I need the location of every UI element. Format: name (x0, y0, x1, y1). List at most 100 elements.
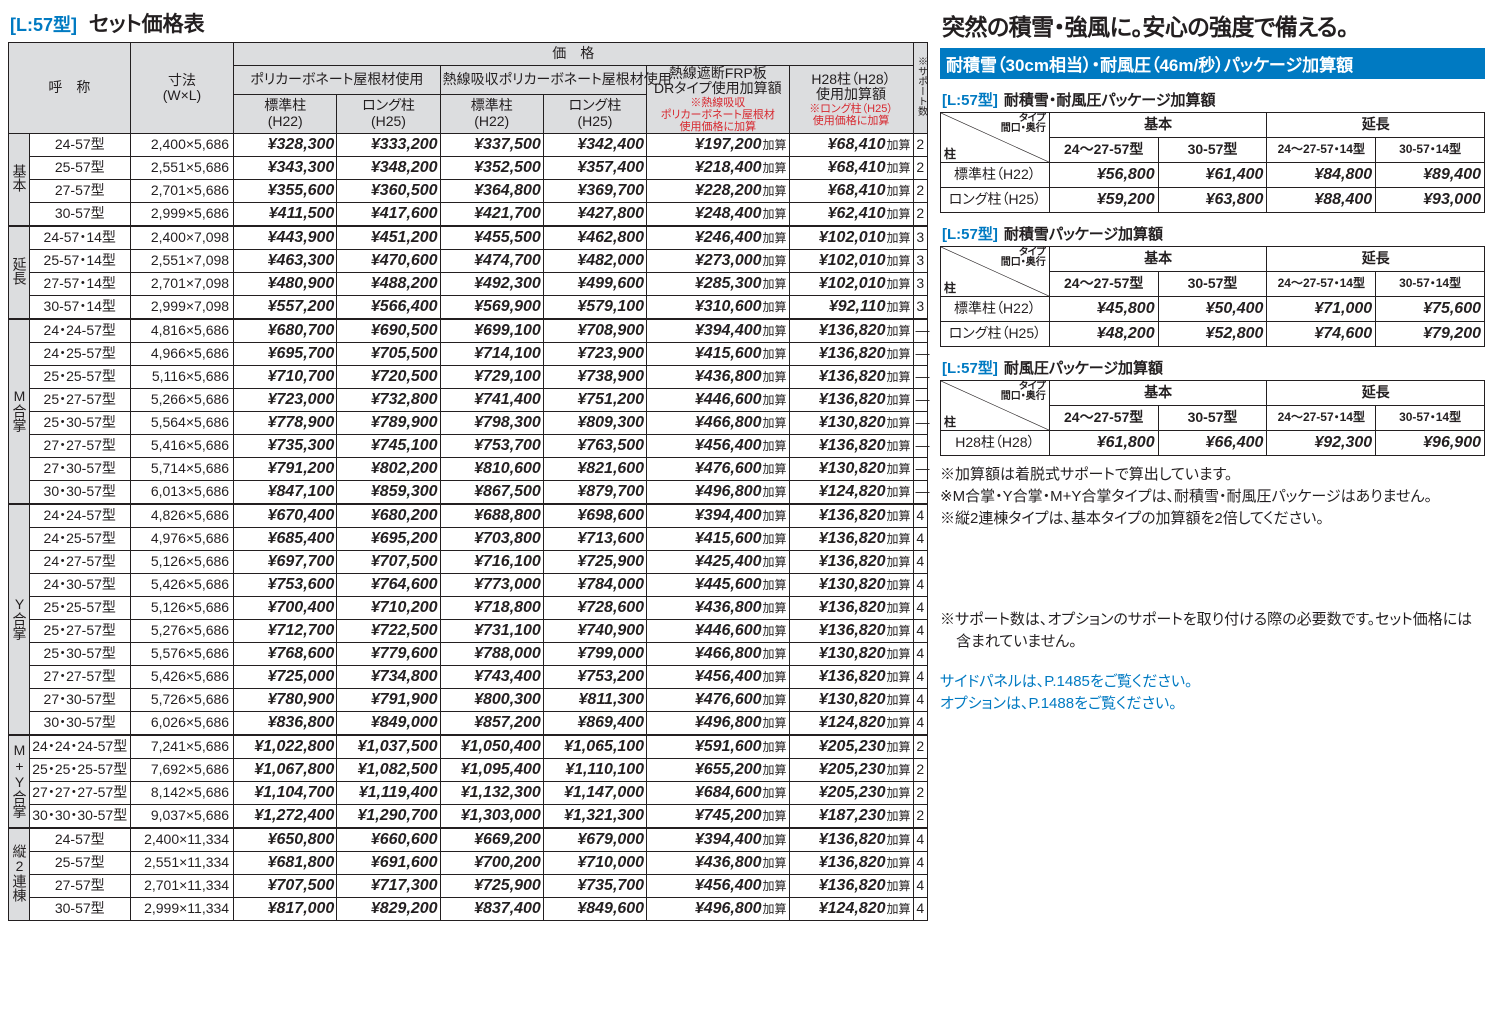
h28-cell: ¥136,820加算 (789, 666, 913, 689)
dimension: 4,966×5,686 (130, 343, 233, 366)
frp-cell: ¥456,400加算 (647, 875, 789, 898)
price-cell: ¥849,600 (543, 898, 646, 921)
model-name: 27・27・27-57型 (29, 782, 130, 805)
dimension: 4,976×5,686 (130, 528, 233, 551)
h28-cell: ¥92,110加算 (789, 296, 913, 320)
dimension: 4,826×5,686 (130, 504, 233, 528)
table-row: 基本24-57型2,400×5,686¥328,300¥333,200¥337,… (9, 134, 928, 157)
table-row: 25・27-57型5,276×5,686¥712,700¥722,500¥731… (9, 620, 928, 643)
side-price: ¥92,300 (1267, 431, 1376, 456)
frp-cell: ¥394,400加算 (647, 319, 789, 343)
notes: ※加算額は着脱式サポートで算出しています。※M合掌・Y合掌・M+Y合掌タイプは、… (940, 464, 1485, 529)
dimension: 2,999×11,334 (130, 898, 233, 921)
price-cell: ¥352,500 (440, 157, 543, 180)
dimension: 2,701×5,686 (130, 180, 233, 203)
side-price: ¥50,400 (1158, 297, 1267, 322)
price-cell: ¥753,200 (543, 666, 646, 689)
price-cell: ¥780,900 (234, 689, 337, 712)
price-cell: ¥695,200 (337, 528, 440, 551)
row-label: ロング柱（H25） (941, 322, 1050, 347)
price-cell: ¥1,104,700 (234, 782, 337, 805)
frp-cell: ¥456,400加算 (647, 435, 789, 458)
table-row: 27・27-57型5,426×5,686¥725,000¥734,800¥743… (9, 666, 928, 689)
support-count: 2 (913, 203, 928, 227)
price-cell: ¥753,700 (440, 435, 543, 458)
price-cell: ¥778,900 (234, 412, 337, 435)
dimension: 4,816×5,686 (130, 319, 233, 343)
price-cell: ¥660,600 (337, 828, 440, 852)
side-col: 30-57型 (1158, 138, 1267, 163)
side-price: ¥48,200 (1049, 322, 1158, 347)
row-label: 標準柱（H22） (941, 297, 1050, 322)
model-name: 30-57型 (29, 203, 130, 227)
category-cell: Y合掌 (9, 504, 30, 735)
price-cell: ¥779,600 (337, 643, 440, 666)
price-cell: ¥427,800 (543, 203, 646, 227)
dimension: 5,416×5,686 (130, 435, 233, 458)
side-row: H28柱（H28）¥61,800¥66,400¥92,300¥96,900 (941, 431, 1485, 456)
head-long-2: ロング柱(H25) (543, 94, 646, 134)
model-name: 25・25・25-57型 (29, 759, 130, 782)
dimension: 7,241×5,686 (130, 735, 233, 759)
link-line: オプションは、P.1488をご覧ください。 (940, 693, 1485, 716)
price-cell: ¥357,400 (543, 157, 646, 180)
price-cell: ¥809,300 (543, 412, 646, 435)
price-cell: ¥710,700 (234, 366, 337, 389)
price-cell: ¥369,700 (543, 180, 646, 203)
h28-cell: ¥136,820加算 (789, 319, 913, 343)
head-poly: ポリカーボネート屋根材使用 (234, 66, 441, 95)
price-cell: ¥879,700 (543, 481, 646, 505)
model-name: 30-57・14型 (29, 296, 130, 320)
price-cell: ¥707,500 (337, 551, 440, 574)
table-row: 30-57型2,999×5,686¥411,500¥417,600¥421,70… (9, 203, 928, 227)
price-cell: ¥716,100 (440, 551, 543, 574)
frp-cell: ¥466,800加算 (647, 412, 789, 435)
price-cell: ¥732,800 (337, 389, 440, 412)
h28-cell: ¥124,820加算 (789, 712, 913, 736)
frp-cell: ¥436,800加算 (647, 597, 789, 620)
model-name: 30-57型 (29, 898, 130, 921)
title-main: セット価格表 (89, 13, 205, 36)
side-col: 24～27-57型 (1049, 138, 1158, 163)
side-col: 24～27-57・14型 (1267, 406, 1376, 431)
price-cell: ¥1,272,400 (234, 805, 337, 829)
dimension: 2,551×5,686 (130, 157, 233, 180)
model-name: 25・25-57型 (29, 366, 130, 389)
price-cell: ¥753,600 (234, 574, 337, 597)
price-cell: ¥710,000 (543, 852, 646, 875)
price-cell: ¥740,900 (543, 620, 646, 643)
frp-cell: ¥285,300加算 (647, 273, 789, 296)
support-count: 4 (913, 898, 928, 921)
model-name: 27-57・14型 (29, 273, 130, 296)
side-ext: 延長 (1267, 247, 1485, 272)
table-row: 27・30-57型5,714×5,686¥791,200¥802,200¥810… (9, 458, 928, 481)
support-count: 3 (913, 296, 928, 320)
price-cell: ¥718,800 (440, 597, 543, 620)
h28-cell: ¥136,820加算 (789, 551, 913, 574)
side-basic: 基本 (1049, 247, 1267, 272)
side-ext: 延長 (1267, 113, 1485, 138)
h28-cell: ¥68,410加算 (789, 180, 913, 203)
h28-cell: ¥130,820加算 (789, 689, 913, 712)
side-col: 30-57・14型 (1376, 406, 1485, 431)
side-col: 24～27-57・14型 (1267, 138, 1376, 163)
side-price: ¥75,600 (1376, 297, 1485, 322)
frp-cell: ¥496,800加算 (647, 898, 789, 921)
diag-header: タイプ間口・奥行柱 (941, 247, 1050, 297)
support-count: — (913, 319, 928, 343)
dimension: 5,726×5,686 (130, 689, 233, 712)
h28-cell: ¥136,820加算 (789, 343, 913, 366)
dimension: 2,400×11,334 (130, 828, 233, 852)
page-links: サイドパネルは、P.1485をご覧ください。オプションは、P.1488をご覧くだ… (940, 671, 1485, 716)
head-long-1: ロング柱(H25) (337, 94, 440, 134)
frp-cell: ¥228,200加算 (647, 180, 789, 203)
support-count: 4 (913, 504, 928, 528)
note-line: ※M合掌・Y合掌・M+Y合掌タイプは、耐積雪・耐風圧パッケージはありません。 (940, 486, 1485, 508)
frp-cell: ¥218,400加算 (647, 157, 789, 180)
head-std-2: 標準柱(H22) (440, 94, 543, 134)
price-cell: ¥763,500 (543, 435, 646, 458)
model-name: 24・24-57型 (29, 319, 130, 343)
price-cell: ¥784,000 (543, 574, 646, 597)
price-cell: ¥1,110,100 (543, 759, 646, 782)
price-cell: ¥679,000 (543, 828, 646, 852)
